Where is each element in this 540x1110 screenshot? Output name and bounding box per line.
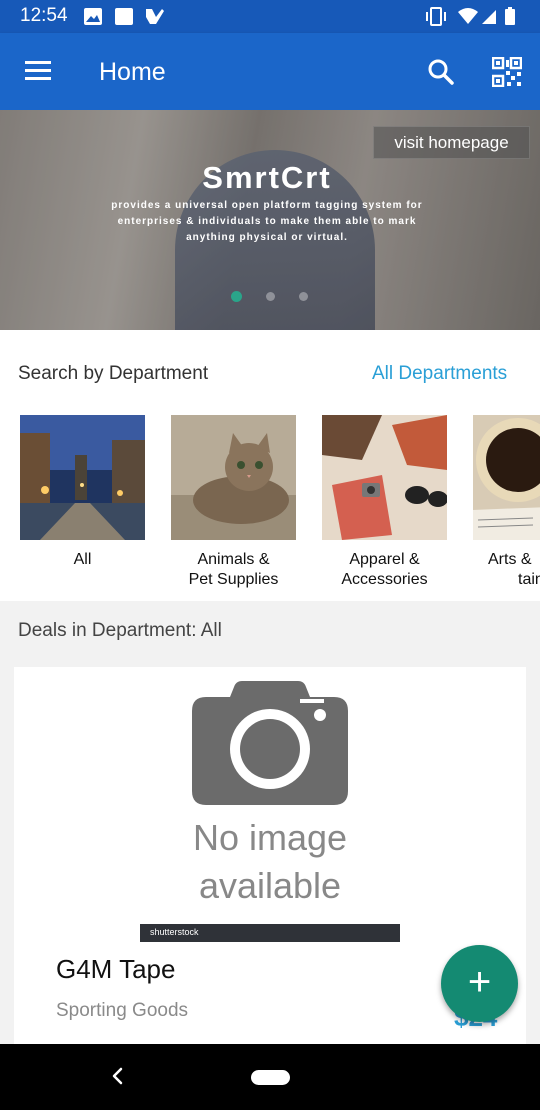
square-icon (115, 8, 133, 25)
add-fab-button[interactable]: + (441, 945, 518, 1022)
hero-tagline-line: provides a universal open platform taggi… (111, 200, 423, 211)
app-bar: Home (0, 33, 540, 110)
vibrate-icon (426, 7, 446, 26)
hero-carousel[interactable]: visit homepage SmrtCrt provides a univer… (0, 110, 540, 330)
hero-brand-title: SmrtCrt (202, 160, 332, 195)
carousel-dot[interactable] (266, 292, 275, 301)
home-pill-button[interactable] (251, 1070, 290, 1085)
notification-icons (84, 8, 164, 25)
camera-icon (192, 681, 348, 805)
no-image-placeholder: No image available shutterstock (140, 667, 400, 942)
deal-name: G4M Tape (56, 954, 176, 984)
department-card-all[interactable]: All (20, 415, 145, 570)
section-title: Search by Department (18, 363, 209, 384)
no-image-text: No image available (192, 817, 348, 906)
hamburger-menu-icon[interactable] (25, 60, 53, 82)
qr-code-icon[interactable] (492, 57, 522, 87)
watermark-strip: shutterstock (140, 924, 400, 942)
battery-icon (505, 7, 515, 25)
watermark-text: shutterstock (150, 927, 199, 937)
department-label: Apparel & Accessories (341, 551, 428, 588)
system-nav-bar (0, 1044, 540, 1110)
department-card-arts[interactable]: Arts & tainı (473, 415, 540, 590)
carousel-dot-active[interactable] (231, 291, 242, 302)
all-departments-link[interactable]: All Departments (372, 363, 507, 385)
system-icons (426, 7, 515, 26)
hero-tagline: provides a universal open platform taggi… (100, 198, 434, 246)
department-section: Search by Department All Departments All (0, 330, 540, 601)
deal-category: Sporting Goods (56, 1000, 189, 1021)
signal-icon (482, 10, 496, 24)
department-label: Arts & tainı (488, 551, 540, 588)
image-icon (84, 8, 102, 25)
deals-section-title: Deals in Department: All (18, 620, 222, 641)
hero-tagline-line: anything physical or virtual. (186, 232, 348, 243)
department-image (322, 415, 447, 540)
search-icon[interactable] (428, 59, 454, 85)
visit-homepage-button[interactable]: visit homepage (373, 126, 530, 159)
department-image (171, 415, 296, 540)
department-label: All (73, 551, 92, 568)
status-bar: 12:54 (0, 0, 540, 33)
page-title: Home (99, 58, 166, 86)
app-logo-icon (146, 9, 164, 24)
department-card-apparel[interactable]: Apparel & Accessories (322, 415, 447, 590)
wifi-icon (458, 8, 478, 24)
department-label: Animals & Pet Supplies (188, 551, 279, 588)
department-card-animals[interactable]: Animals & Pet Supplies (171, 415, 296, 590)
department-image (473, 415, 540, 540)
back-icon[interactable] (108, 1066, 128, 1086)
hero-tagline-line: enterprises & individuals to make them a… (117, 216, 417, 227)
status-time: 12:54 (20, 5, 68, 26)
carousel-dot[interactable] (299, 292, 308, 301)
department-image (20, 415, 145, 540)
